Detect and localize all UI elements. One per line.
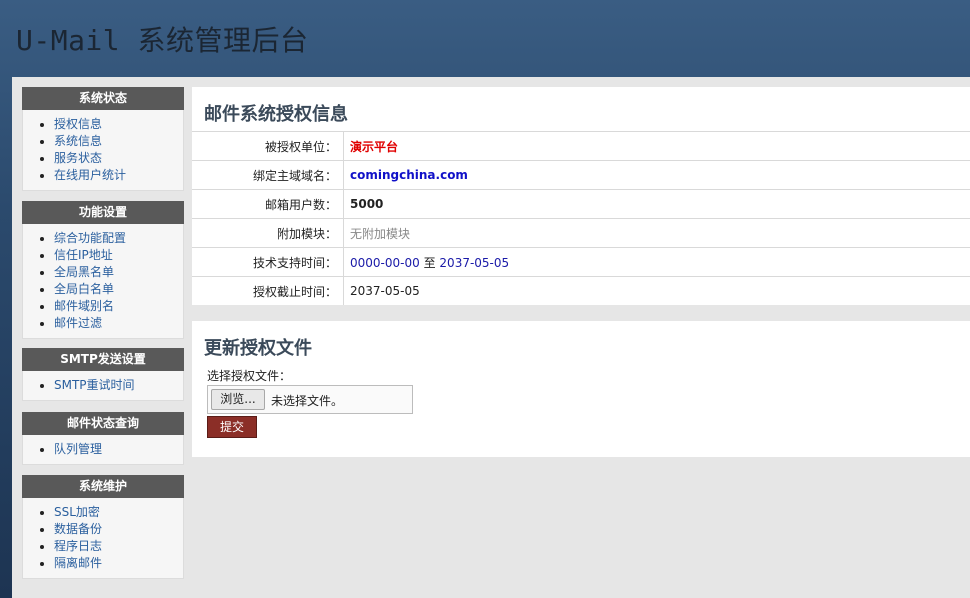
sidebar-item[interactable]: 邮件域别名 <box>54 298 183 315</box>
support-range-separator: 至 <box>423 255 436 270</box>
sidebar-section-title: 邮件状态查询 <box>22 412 184 435</box>
support-start-value: 0000-00-00 <box>350 255 420 270</box>
licensee-value: 演示平台 <box>350 139 399 154</box>
sidebar-section-mail-status: 邮件状态查询 队列管理 <box>22 412 184 465</box>
sidebar-item[interactable]: 在线用户统计 <box>54 167 183 184</box>
sidebar-link-mail-filter[interactable]: 邮件过滤 <box>54 316 102 330</box>
license-table: 被授权单位： 演示平台 绑定主域域名： comingchina.com 邮箱用户… <box>192 131 970 305</box>
sidebar-item[interactable]: SMTP重试时间 <box>54 377 183 394</box>
sidebar-item[interactable]: 数据备份 <box>54 521 183 538</box>
row-label: 绑定主域域名： <box>192 160 344 190</box>
app-title: U-Mail 系统管理后台 <box>16 24 309 57</box>
update-license-panel: 更新授权文件 选择授权文件： 浏览... 未选择文件。 提交 <box>192 321 970 457</box>
expiry-value: 2037-05-05 <box>350 284 420 298</box>
sidebar-link-system-info[interactable]: 系统信息 <box>54 134 102 148</box>
sidebar-item[interactable]: 授权信息 <box>54 116 183 133</box>
row-label: 邮箱用户数： <box>192 189 344 219</box>
sidebar-link-logs[interactable]: 程序日志 <box>54 539 102 553</box>
sidebar-link-service-status[interactable]: 服务状态 <box>54 151 102 165</box>
sidebar-link-license-info[interactable]: 授权信息 <box>54 117 102 131</box>
sidebar-item[interactable]: 综合功能配置 <box>54 230 183 247</box>
sidebar-section-features: 功能设置 综合功能配置 信任IP地址 全局黑名单 全局白名单 邮件域别名 邮件过… <box>22 201 184 339</box>
table-row: 邮箱用户数： 5000 <box>192 189 970 219</box>
sidebar-link-queue[interactable]: 队列管理 <box>54 442 102 456</box>
sidebar-section-maintenance: 系统维护 SSL加密 数据备份 程序日志 隔离邮件 <box>22 475 184 579</box>
sidebar-item[interactable]: 邮件过滤 <box>54 315 183 332</box>
user-count-value: 5000 <box>350 197 384 211</box>
sidebar-item[interactable]: 程序日志 <box>54 538 183 555</box>
sidebar-link-general-config[interactable]: 综合功能配置 <box>54 231 126 245</box>
sidebar-section-title: 系统维护 <box>22 475 184 498</box>
sidebar-link-global-whitelist[interactable]: 全局白名单 <box>54 282 114 296</box>
sidebar-item[interactable]: 队列管理 <box>54 441 183 458</box>
sidebar-item[interactable]: 隔离邮件 <box>54 555 183 572</box>
sidebar-link-online-users[interactable]: 在线用户统计 <box>54 168 126 182</box>
sidebar-link-smtp-retry[interactable]: SMTP重试时间 <box>54 378 135 392</box>
browse-button[interactable]: 浏览... <box>211 389 265 410</box>
sidebar-item[interactable]: 系统信息 <box>54 133 183 150</box>
file-field-label: 选择授权文件： <box>207 369 292 383</box>
sidebar-item[interactable]: 服务状态 <box>54 150 183 167</box>
sidebar-link-domain-alias[interactable]: 邮件域别名 <box>54 299 114 313</box>
app-header: U-Mail 系统管理后台 <box>0 0 970 77</box>
sidebar-link-global-blacklist[interactable]: 全局黑名单 <box>54 265 114 279</box>
panel-title: 更新授权文件 <box>204 338 312 359</box>
sidebar-item[interactable]: SSL加密 <box>54 504 183 521</box>
row-label: 被授权单位： <box>192 131 344 161</box>
license-panel: 邮件系统授权信息 被授权单位： 演示平台 绑定主域域名： comingchina… <box>192 87 970 305</box>
domain-value: comingchina.com <box>350 168 468 182</box>
sidebar-section-smtp: SMTP发送设置 SMTP重试时间 <box>22 348 184 401</box>
support-end-value: 2037-05-05 <box>439 255 510 270</box>
sidebar-link-ssl[interactable]: SSL加密 <box>54 505 100 519</box>
sidebar-item[interactable]: 信任IP地址 <box>54 247 183 264</box>
table-row: 技术支持时间： 0000-00-00 至 2037-05-05 <box>192 247 970 277</box>
sidebar-section-title: SMTP发送设置 <box>22 348 184 371</box>
table-row: 被授权单位： 演示平台 <box>192 131 970 161</box>
submit-button[interactable]: 提交 <box>207 416 257 438</box>
table-row: 授权截止时间： 2037-05-05 <box>192 276 970 305</box>
row-label: 附加模块： <box>192 218 344 248</box>
addon-value: 无附加模块 <box>350 226 411 241</box>
file-input[interactable]: 浏览... 未选择文件。 <box>207 385 413 414</box>
sidebar-item[interactable]: 全局白名单 <box>54 281 183 298</box>
sidebar-section-title: 功能设置 <box>22 201 184 224</box>
sidebar-link-quarantine[interactable]: 隔离邮件 <box>54 556 102 570</box>
row-label: 技术支持时间： <box>192 247 344 277</box>
sidebar-section-status: 系统状态 授权信息 系统信息 服务状态 在线用户统计 <box>22 87 184 191</box>
table-row: 绑定主域域名： comingchina.com <box>192 160 970 190</box>
sidebar-item[interactable]: 全局黑名单 <box>54 264 183 281</box>
main-content: 系统状态 授权信息 系统信息 服务状态 在线用户统计 功能设置 综合功能配置 信… <box>12 77 970 598</box>
table-row: 附加模块： 无附加模块 <box>192 218 970 248</box>
sidebar-link-trusted-ip[interactable]: 信任IP地址 <box>54 248 113 262</box>
sidebar-section-title: 系统状态 <box>22 87 184 110</box>
panel-title: 邮件系统授权信息 <box>204 104 348 125</box>
sidebar-link-backup[interactable]: 数据备份 <box>54 522 102 536</box>
file-status-text: 未选择文件。 <box>271 394 344 408</box>
row-label: 授权截止时间： <box>192 276 344 305</box>
